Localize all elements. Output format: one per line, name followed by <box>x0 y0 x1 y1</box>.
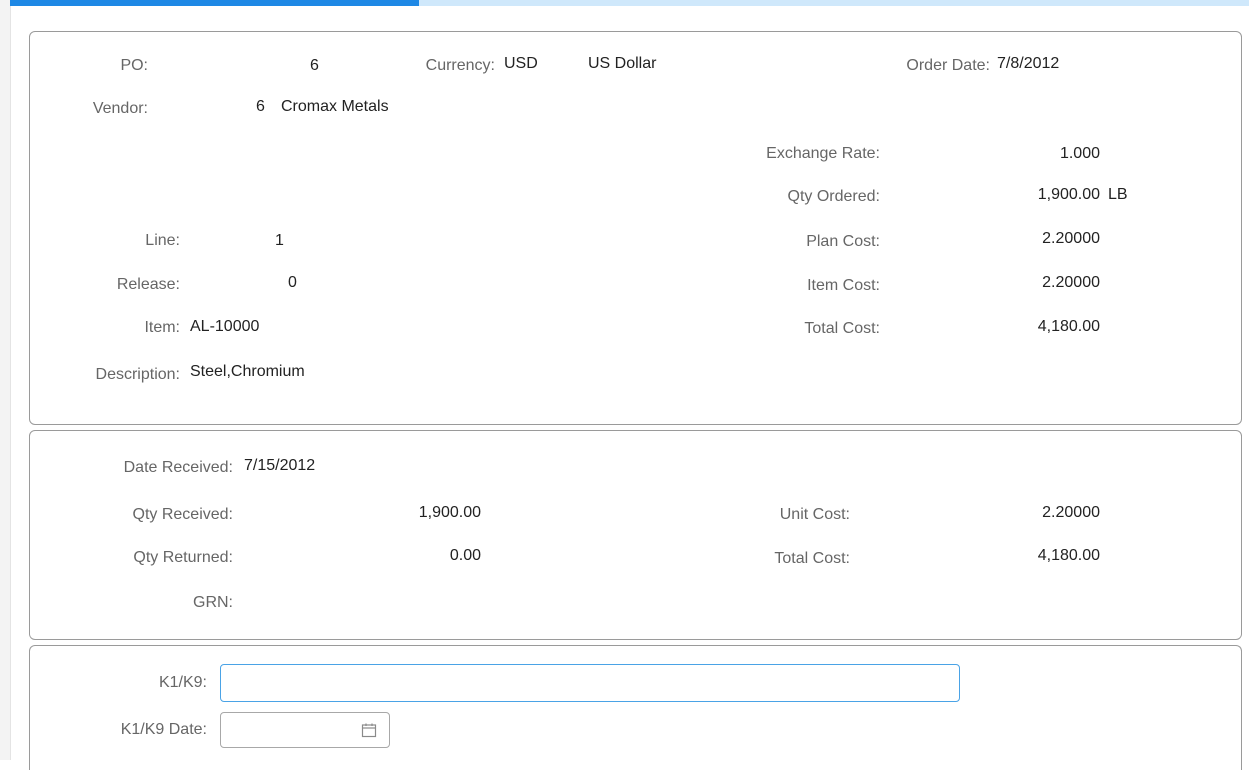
order-date-label: Order Date: <box>906 57 990 74</box>
item-label: Item: <box>144 319 180 336</box>
k1k9-date-input[interactable] <box>221 713 367 747</box>
exchange-rate-value: 1.000 <box>1059 145 1100 162</box>
item-cost-label: Item Cost: <box>807 277 880 294</box>
po-value: 6 <box>310 57 319 74</box>
k1k9-date-label: K1/K9 Date: <box>120 721 207 738</box>
line-label: Line: <box>145 232 180 249</box>
date-received-label: Date Received: <box>123 459 233 476</box>
k1k9-label: K1/K9: <box>158 674 207 691</box>
description-label: Description: <box>95 366 180 383</box>
qty-received-value: 1,900.00 <box>418 504 481 521</box>
release-value: 0 <box>288 274 297 291</box>
date-received-value: 7/15/2012 <box>244 457 316 474</box>
left-gutter <box>0 0 11 760</box>
vendor-label: Vendor: <box>92 100 148 117</box>
po-details-panel: PO: 6 Currency: USD US Dollar Order Date… <box>29 31 1242 425</box>
plan-cost-value: 2.20000 <box>1042 230 1100 247</box>
line-value: 1 <box>275 232 284 249</box>
vendor-name: Cromax Metals <box>281 98 389 115</box>
k1k9-date-picker[interactable] <box>220 712 390 748</box>
currency-label: Currency: <box>425 57 495 74</box>
unit-cost-label: Unit Cost: <box>779 506 850 523</box>
po-label: PO: <box>120 57 148 74</box>
qty-ordered-value: 1,900.00 <box>1037 186 1100 203</box>
progress-bar-fill <box>10 0 419 6</box>
unit-cost-value: 2.20000 <box>1042 504 1100 521</box>
progress-bar <box>10 0 1249 6</box>
order-date-value: 7/8/2012 <box>997 55 1060 72</box>
release-label: Release: <box>116 276 180 293</box>
receipt-total-cost-value: 4,180.00 <box>1037 547 1100 564</box>
k1k9-input[interactable] <box>220 664 960 702</box>
currency-code: USD <box>504 55 538 72</box>
receipt-total-cost-label: Total Cost: <box>774 550 850 567</box>
calendar-icon[interactable] <box>361 722 377 738</box>
qty-received-label: Qty Received: <box>132 506 233 523</box>
description-value: Steel,Chromium <box>190 363 305 380</box>
currency-name: US Dollar <box>588 55 657 72</box>
total-cost-value: 4,180.00 <box>1037 318 1100 335</box>
receipt-panel: Date Received: 7/15/2012 Qty Received: 1… <box>29 430 1242 640</box>
qty-ordered-uom: LB <box>1108 186 1128 203</box>
qty-returned-value: 0.00 <box>449 547 481 564</box>
grn-label: GRN: <box>193 594 233 611</box>
item-value: AL-10000 <box>190 318 260 335</box>
k1k9-panel: K1/K9: K1/K9 Date: <box>29 645 1242 770</box>
qty-ordered-label: Qty Ordered: <box>787 188 880 205</box>
exchange-rate-label: Exchange Rate: <box>766 145 880 162</box>
total-cost-label: Total Cost: <box>804 320 880 337</box>
item-cost-value: 2.20000 <box>1042 274 1100 291</box>
qty-returned-label: Qty Returned: <box>133 549 233 566</box>
vendor-id: 6 <box>256 98 265 115</box>
plan-cost-label: Plan Cost: <box>806 233 880 250</box>
